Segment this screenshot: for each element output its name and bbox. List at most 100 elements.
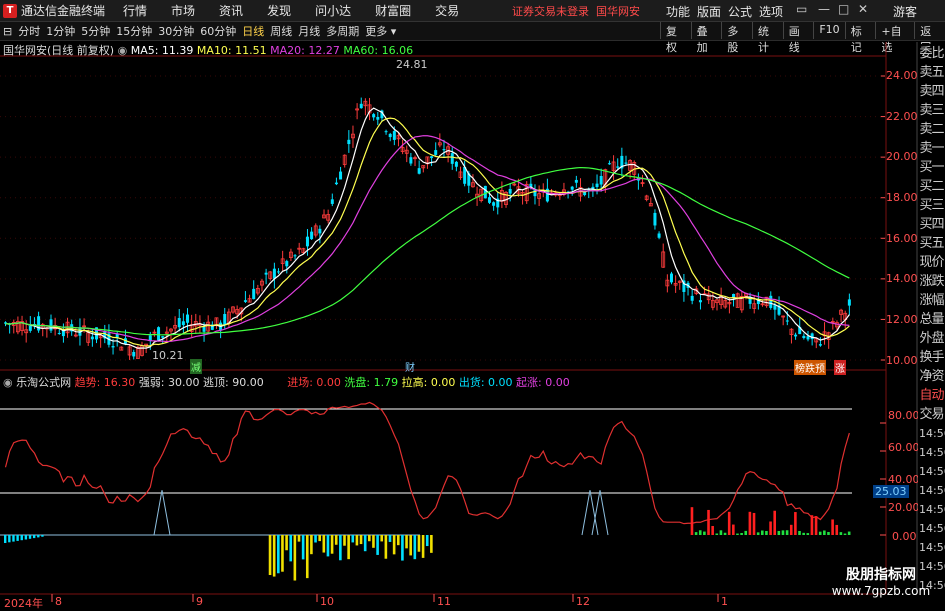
hist-bar (301, 535, 305, 560)
hist-bar (277, 535, 280, 574)
candle-body (644, 195, 649, 200)
quote-row: 换手 (919, 350, 944, 365)
guest-label[interactable]: 游客 (893, 3, 917, 20)
menu-wenxiaoda[interactable]: 问小达 (315, 2, 351, 19)
hist-bar (384, 535, 388, 559)
candle-body (326, 214, 331, 221)
hist-bar (736, 533, 739, 535)
period-weekly[interactable]: 周线 (267, 23, 295, 39)
candle-body (587, 189, 591, 191)
event-tag[interactable]: 减 (190, 359, 202, 374)
menu-xuanxiang[interactable]: 选项 (759, 3, 783, 20)
maximize-icon[interactable]: □ (838, 2, 849, 16)
indicator-title[interactable]: 乐淘公式网 (16, 376, 71, 389)
period-fenshi[interactable]: 分时 (15, 23, 43, 39)
btn-diejia[interactable]: 叠加 (690, 22, 722, 54)
candle-body (127, 346, 132, 356)
hist-bar (351, 535, 355, 543)
auto-trade-tab[interactable]: 自动 (918, 386, 945, 405)
hist-bar (719, 530, 723, 535)
candle-body (769, 295, 773, 308)
stock-title[interactable]: 国华网安(日线 前复权) (3, 44, 114, 57)
menu-jiaoyi[interactable]: 交易 (435, 2, 459, 19)
btn-biaoji[interactable]: 标记 (844, 22, 876, 54)
skin-icon[interactable]: ▭ (796, 2, 807, 16)
candle-body (773, 305, 777, 310)
btn-fanhui[interactable]: 返回 (914, 22, 945, 54)
legend-toggle-icon[interactable]: ◉ (118, 44, 128, 57)
candle-body (781, 315, 786, 318)
candle-body (173, 325, 178, 329)
candle-body (310, 231, 314, 240)
period-multi[interactable]: 多周期 (323, 23, 362, 39)
close-icon[interactable]: ✕ (858, 2, 868, 16)
candle-body (508, 188, 512, 194)
toolbar-collapse-icon[interactable]: ⊟ (0, 25, 15, 38)
kline-chart[interactable] (0, 0, 945, 609)
quote-row: 涨跌 (919, 274, 944, 289)
trade-login-warning[interactable]: 证券交易未登录 国华网安 (512, 3, 640, 19)
quote-row: 买五 (919, 236, 944, 251)
menu-caifuquan[interactable]: 财富圈 (375, 2, 411, 19)
period-15min[interactable]: 15分钟 (113, 23, 155, 39)
menu-gongshi[interactable]: 公式 (728, 3, 752, 20)
hist-bar (831, 519, 834, 535)
candle-body (313, 225, 318, 236)
candle-body (748, 298, 752, 304)
hist-bar (289, 535, 293, 562)
candle-body (624, 162, 628, 164)
btn-tongji[interactable]: 统计 (752, 22, 783, 54)
period-monthly[interactable]: 月线 (295, 23, 323, 39)
candle-body (553, 192, 558, 196)
event-tag[interactable]: 榜跌预 (794, 360, 826, 375)
quote-row: 外盘 (919, 331, 944, 346)
btn-fuquan[interactable]: 复权 (660, 22, 691, 54)
candle-body (504, 191, 508, 205)
minimize-icon[interactable]: — (818, 2, 830, 16)
event-tag[interactable]: 财 (405, 359, 415, 374)
period-daily[interactable]: 日线 (239, 23, 267, 39)
candle-body (359, 103, 363, 109)
tick-time: 14:56 (919, 427, 945, 440)
candle-body (78, 327, 82, 336)
btn-huaxian[interactable]: 画线 (782, 22, 814, 54)
menu-faxian[interactable]: 发现 (267, 2, 291, 19)
candle-body (334, 182, 338, 185)
btn-duogu[interactable]: 多股 (721, 22, 752, 54)
candle-body (396, 135, 401, 140)
rise-label: 起涨: 0.00 (516, 376, 570, 389)
candle-body (44, 327, 49, 330)
candle-body (177, 318, 181, 328)
menu-shichang[interactable]: 市场 (171, 2, 195, 19)
hist-bar (380, 535, 384, 542)
sub-toggle-icon[interactable]: ◉ (3, 376, 13, 389)
hist-bar (368, 535, 371, 542)
period-5min[interactable]: 5分钟 (78, 23, 113, 39)
candle-body (628, 160, 633, 171)
candle-body (483, 185, 487, 199)
menu-hangqing[interactable]: 行情 (123, 2, 147, 19)
hist-bar (425, 535, 429, 547)
period-more[interactable]: 更多 ▾ (362, 23, 399, 39)
trade-tab[interactable]: 交易 (918, 405, 945, 424)
period-30min[interactable]: 30分钟 (155, 23, 197, 39)
btn-f10[interactable]: F10 (813, 22, 844, 39)
candle-body (512, 183, 517, 186)
period-60min[interactable]: 60分钟 (197, 23, 239, 39)
candle-body (86, 332, 91, 343)
period-1min[interactable]: 1分钟 (43, 23, 78, 39)
date-tick: 12 (576, 595, 590, 608)
quote-row: 卖一 (919, 141, 944, 156)
event-tag[interactable]: 涨 (834, 360, 846, 375)
candle-body (239, 307, 244, 315)
quote-row: 卖二 (919, 122, 944, 137)
candle-body (413, 157, 417, 160)
menu-gongneng[interactable]: 功能 (666, 3, 690, 20)
candle-body (247, 298, 252, 303)
candle-body (140, 345, 144, 356)
btn-zixuan[interactable]: +自选 (875, 22, 914, 54)
menu-zixun[interactable]: 资讯 (219, 2, 243, 19)
quote-row: 买一 (919, 160, 944, 175)
candle-body (301, 248, 306, 253)
menu-banmian[interactable]: 版面 (697, 3, 721, 20)
